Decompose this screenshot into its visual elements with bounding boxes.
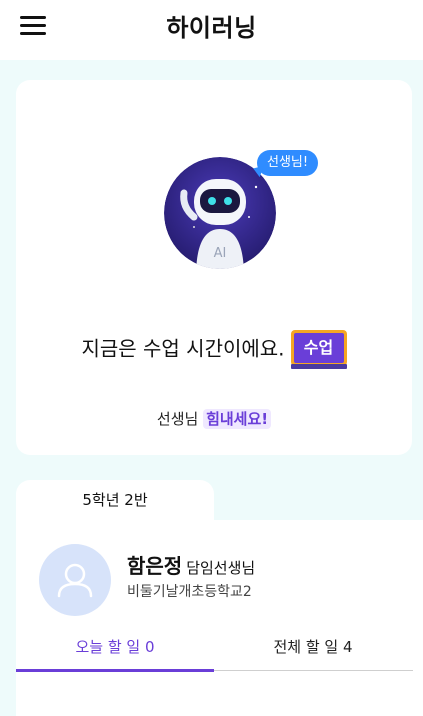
board-label: 수업	[293, 333, 344, 363]
tab-all-tasks[interactable]: 전체 할 일 4	[214, 624, 412, 670]
teacher-name: 함은정	[127, 554, 183, 578]
top-bar: 하이러닝	[0, 0, 423, 60]
cheer-highlight: 힘내세요!	[203, 409, 272, 429]
chalkboard-icon: 수업	[290, 330, 347, 370]
teacher-name-line: 함은정 담임선생님	[127, 550, 255, 579]
ai-badge-label: AI	[214, 246, 227, 261]
cheer-message: 선생님 힘내세요!	[16, 408, 412, 429]
status-message-text: 지금은 수업 시간이에요.	[81, 336, 285, 361]
speech-bubble: 선생님!	[257, 150, 319, 176]
class-status-card: AI 선생님! 지금은 수업 시간이에요. 수업 선생님 힘내세요!	[16, 80, 412, 455]
task-tabs: 오늘 할 일 0 전체 할 일 4	[16, 624, 413, 672]
app-title: 하이러닝	[166, 14, 257, 42]
school-name: 비둘기날개초등학교2	[127, 584, 252, 600]
user-icon	[39, 544, 111, 616]
teacher-role: 담임선생님	[186, 559, 256, 577]
class-tab[interactable]: 5학년 2반	[16, 480, 214, 522]
tab-today-tasks[interactable]: 오늘 할 일 0	[16, 624, 214, 672]
cheer-prefix: 선생님	[156, 410, 204, 428]
status-message: 지금은 수업 시간이에요. 수업	[16, 330, 412, 370]
teacher-profile-card: 함은정 담임선생님 비둘기날개초등학교2 오늘 할 일 0 전체 할 일 4	[16, 520, 423, 716]
